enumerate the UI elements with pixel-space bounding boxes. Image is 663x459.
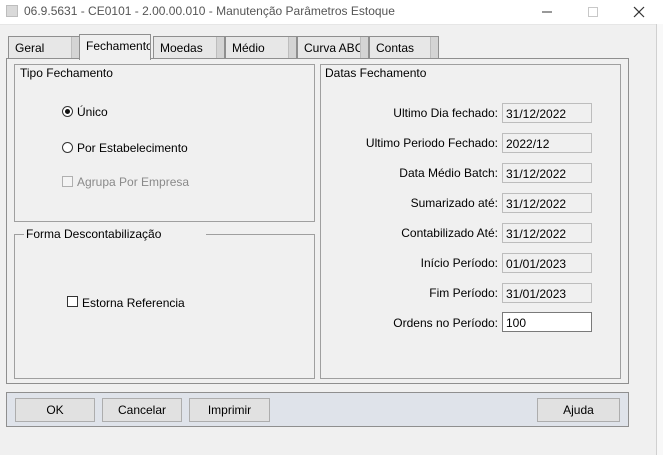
fim-periodo-field: 31/01/2023 [502,283,592,303]
ordens-no-periodo-label: Ordens no Período: [393,316,498,330]
data-medio-batch-label: Data Médio Batch: [399,166,498,180]
ultimo-dia-fechado-label: Ultimo Dia fechado: [393,106,498,120]
minimize-icon [542,11,552,13]
sumarizado-ate-label: Sumarizado até: [410,196,498,210]
tab-geral[interactable]: Geral [8,36,80,58]
minimize-button[interactable] [524,0,570,24]
contabilizado-ate-label: Contabilizado Até: [401,226,498,240]
tab-label: Médio [232,41,265,55]
contabilizado-ate-field: 31/12/2022 [502,223,592,243]
tab-label: Geral [15,41,45,55]
window-edge [656,24,663,459]
agrupa-por-empresa-checkbox[interactable] [62,176,73,187]
ultimo-periodo-fechado-field: 2022/12 [502,133,592,153]
tab-label: Curva ABC [304,41,364,55]
estorna-referencia-label: Estorna Referencia [82,296,185,310]
datas-fechamento-title: Datas Fechamento [323,66,429,80]
unico-label: Único [77,105,108,119]
por-estabelecimento-label: Por Estabelecimento [77,141,188,155]
tab-label: Moedas [160,41,203,55]
maximize-icon [588,7,598,17]
ultimo-dia-fechado-field: 31/12/2022 [502,103,592,123]
estorna-referencia-checkbox[interactable] [67,296,78,307]
button-bar [6,392,629,427]
help-button[interactable]: Ajuda [537,398,620,422]
title-bar: 06.9.5631 - CE0101 - 2.00.00.010 - Manut… [0,0,663,25]
status-strip [0,455,663,459]
close-button[interactable] [616,0,662,24]
agrupa-por-empresa-label: Agrupa Por Empresa [77,175,190,189]
tab-curva-abc[interactable]: Curva ABC [297,36,369,58]
ok-button[interactable]: OK [15,398,95,422]
tab-medio[interactable]: Médio [225,36,297,58]
por-estabelecimento-radio[interactable] [62,142,73,153]
inicio-periodo-field: 01/01/2023 [502,253,592,273]
tab-label: Fechamento [86,39,151,53]
tab-contas[interactable]: Contas [369,36,439,58]
maximize-button[interactable] [570,0,616,24]
tipo-fechamento-title: Tipo Fechamento [18,66,115,80]
tab-label: Contas [376,41,415,55]
ordens-no-periodo-input[interactable]: 100 [502,312,592,332]
data-medio-batch-field: 31/12/2022 [502,163,592,183]
tab-fechamento[interactable]: Fechamento [79,34,151,60]
close-icon [633,6,645,18]
print-button[interactable]: Imprimir [189,398,270,422]
fim-periodo-label: Fim Período: [429,286,498,300]
cancel-button[interactable]: Cancelar [102,398,182,422]
tab-moedas[interactable]: Moedas [153,36,225,58]
ultimo-periodo-fechado-label: Ultimo Periodo Fechado: [365,136,498,150]
window-title: 06.9.5631 - CE0101 - 2.00.00.010 - Manut… [24,4,395,18]
sumarizado-ate-field: 31/12/2022 [502,193,592,213]
app-icon [6,5,18,17]
unico-radio[interactable] [62,106,73,117]
inicio-periodo-label: Início Período: [420,256,498,270]
forma-descontabilizacao-title: Forma Descontabilização [24,227,206,241]
